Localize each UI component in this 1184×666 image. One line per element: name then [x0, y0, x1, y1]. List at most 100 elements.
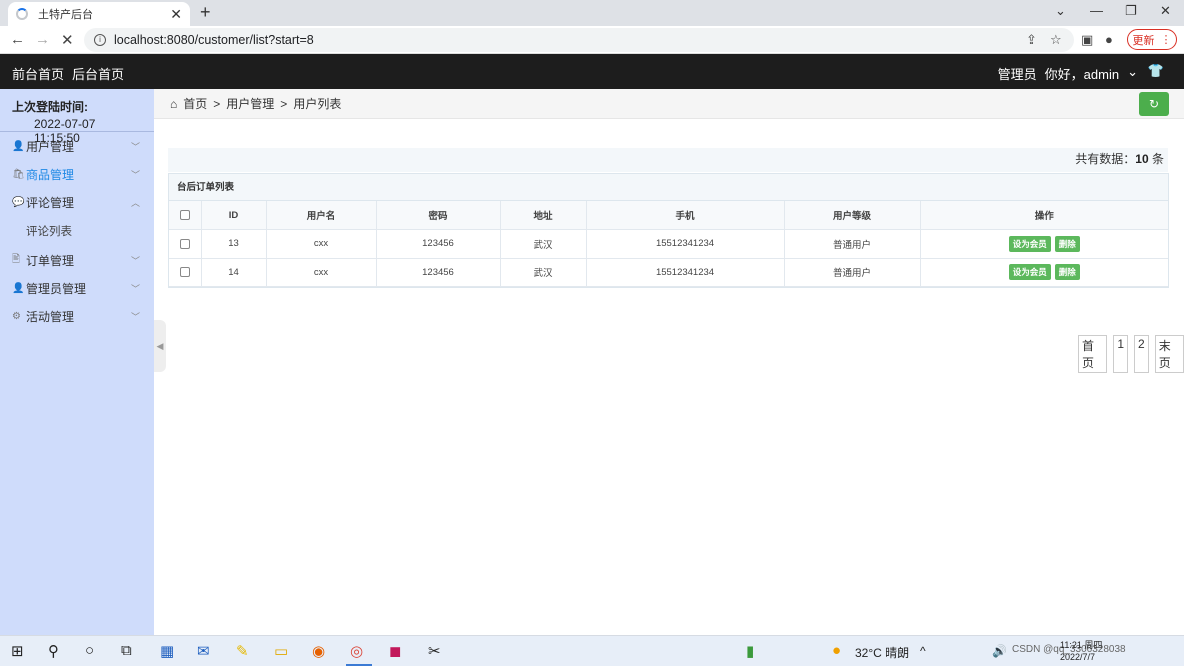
- loading-spinner-icon: [16, 8, 28, 20]
- side-panel-icon[interactable]: ▣: [1081, 32, 1093, 48]
- gear-icon: ⚙: [12, 310, 21, 322]
- breadcrumb-home[interactable]: 首页: [183, 95, 207, 112]
- sidebar-item-label: 管理员管理: [26, 281, 87, 296]
- bookmark-star-icon[interactable]: ☆: [1050, 32, 1062, 48]
- minimize-button[interactable]: —: [1090, 3, 1103, 18]
- row-checkbox[interactable]: [179, 267, 190, 278]
- chevron-up-icon: ︿: [130, 197, 140, 208]
- breadcrumb-separator: >: [280, 96, 288, 111]
- refresh-button[interactable]: ↻: [1139, 92, 1169, 116]
- sidebar-item-comments[interactable]: 💬 评论管理 ︿: [0, 188, 154, 216]
- system-clock[interactable]: 11:21 周四 2022/7/7: [1060, 639, 1102, 663]
- sidebar-item-label: 用户管理: [26, 139, 75, 154]
- tab-search-icon[interactable]: ⌄: [1055, 3, 1066, 19]
- backend-home-link[interactable]: 后台首页: [72, 64, 124, 83]
- window-close-button[interactable]: ✕: [1160, 3, 1171, 19]
- sidebar-item-admins[interactable]: 👤 管理员管理 ﹀: [0, 274, 154, 302]
- volume-icon[interactable]: 🔊: [992, 644, 1007, 658]
- breadcrumb-user-management[interactable]: 用户管理: [226, 95, 274, 112]
- set-member-button[interactable]: 设为会员: [1008, 264, 1051, 281]
- comment-icon: 💬: [12, 196, 25, 208]
- chevron-down-icon: ﹀: [130, 169, 140, 180]
- share-icon[interactable]: ⇪: [1026, 32, 1037, 48]
- tab-close-icon[interactable]: ✕: [170, 6, 182, 23]
- restore-button[interactable]: ❐: [1125, 3, 1137, 19]
- tray-chevron-up-icon[interactable]: ^: [920, 644, 926, 658]
- task-view-icon[interactable]: ⧉: [121, 642, 132, 659]
- weather-sun-icon: ●: [832, 642, 842, 659]
- cell-actions: 设为会员 删除: [920, 229, 1168, 259]
- chevron-down-icon: ﹀: [130, 283, 140, 294]
- delete-button[interactable]: 删除: [1054, 264, 1080, 281]
- chevron-down-icon: ﹀: [130, 141, 140, 152]
- browser-toolbar: ← → ✕ i localhost:8080/customer/list?sta…: [0, 26, 1184, 54]
- file-explorer-icon[interactable]: ▭: [274, 642, 288, 660]
- panel-title: 台后订单列表: [169, 174, 1168, 201]
- pagination: 首页 1 2 末页: [1078, 335, 1184, 373]
- chrome-icon[interactable]: ◎: [350, 642, 363, 660]
- sidebar-item-label: 商品管理: [26, 167, 75, 182]
- firefox-icon[interactable]: ◉: [312, 642, 325, 660]
- page-1-button[interactable]: 1: [1113, 335, 1128, 373]
- shirt-icon[interactable]: 👕: [1148, 63, 1164, 79]
- column-header: 操作: [920, 201, 1168, 230]
- cell-username: cxx: [266, 229, 377, 259]
- forward-button[interactable]: →: [35, 31, 50, 48]
- summary-prefix: 共有数据：: [1075, 152, 1136, 166]
- search-icon[interactable]: ⚲: [48, 642, 59, 660]
- cell-id: 13: [201, 229, 267, 259]
- page-first-button[interactable]: 首页: [1078, 335, 1108, 373]
- sidebar-item-products[interactable]: 🛍 商品管理 ﹀: [0, 160, 154, 188]
- browser-tab[interactable]: 土特产后台 ✕: [8, 2, 190, 26]
- snipping-tool-icon[interactable]: ✂: [428, 642, 441, 660]
- cell-phone: 15512341234: [586, 229, 785, 259]
- sidebar-item-label: 评论管理: [26, 195, 75, 210]
- user-table: ID 用户名 密码 地址 手机 用户等级 操作 13 cxx 123456 武汉…: [169, 201, 1168, 287]
- page-2-button[interactable]: 2: [1134, 335, 1149, 373]
- new-tab-button[interactable]: +: [200, 2, 211, 23]
- weather-text[interactable]: 32°C 晴朗: [855, 644, 909, 661]
- windows-start-icon[interactable]: ⊞: [11, 642, 24, 660]
- user-menu[interactable]: 管理员 你好，admin ⌄: [998, 64, 1138, 83]
- set-member-button[interactable]: 设为会员: [1008, 235, 1051, 252]
- tab-title: 土特产后台: [38, 9, 93, 21]
- sidebar-item-orders[interactable]: 🖹 订单管理 ﹀: [0, 246, 154, 274]
- breadcrumb-separator: >: [213, 96, 221, 111]
- clock-time: 11:21 周四: [1060, 640, 1103, 650]
- table-row: 13 cxx 123456 武汉 15512341234 普通用户 设为会员 删除: [169, 229, 1168, 259]
- address-bar[interactable]: i localhost:8080/customer/list?start=8: [84, 28, 1074, 52]
- battery-icon[interactable]: ▮: [746, 642, 754, 660]
- page-last-button[interactable]: 末页: [1154, 335, 1184, 373]
- kebab-menu-icon: ⋮: [1160, 34, 1172, 46]
- breadcrumb-user-list: 用户列表: [293, 97, 342, 111]
- table-row: 14 cxx 123456 武汉 15512341234 普通用户 设为会员 删除: [169, 258, 1168, 287]
- breadcrumb: ⌂ 首页 > 用户管理 > 用户列表 ↻: [154, 89, 1184, 119]
- user-icon: 👤: [12, 140, 25, 152]
- cell-password: 123456: [376, 258, 501, 287]
- info-icon[interactable]: i: [94, 34, 106, 46]
- cell-password: 123456: [376, 229, 501, 259]
- notes-icon[interactable]: ✎: [236, 642, 249, 660]
- url-text: localhost:8080/customer/list?start=8: [114, 33, 314, 47]
- cell-address: 武汉: [500, 258, 587, 287]
- stop-loading-button[interactable]: ✕: [61, 31, 74, 49]
- select-all-checkbox[interactable]: [179, 209, 190, 220]
- profile-icon[interactable]: ●: [1105, 32, 1113, 47]
- store-icon[interactable]: ▦: [160, 642, 174, 660]
- mail-icon[interactable]: ✉: [197, 642, 210, 660]
- intellij-icon[interactable]: ◼: [389, 642, 401, 660]
- sidebar-item-activities[interactable]: ⚙ 活动管理 ﹀: [0, 302, 154, 330]
- cortana-icon[interactable]: ○: [85, 642, 94, 659]
- back-button[interactable]: ←: [10, 31, 25, 48]
- row-checkbox[interactable]: [179, 238, 190, 249]
- cell-address: 武汉: [500, 229, 587, 259]
- cell-username: cxx: [266, 258, 377, 287]
- chevron-down-icon: ﹀: [130, 311, 140, 322]
- sidebar-subitem-comment-list[interactable]: 评论列表: [0, 216, 154, 246]
- delete-button[interactable]: 删除: [1054, 235, 1080, 252]
- frontend-home-link[interactable]: 前台首页: [12, 64, 64, 83]
- update-button[interactable]: 更新 ⋮: [1127, 29, 1177, 50]
- cell-actions: 设为会员 删除: [920, 258, 1168, 287]
- sidebar-collapse-handle[interactable]: ◀: [154, 320, 166, 372]
- sidebar-item-users[interactable]: 👤 用户管理 ﹀: [0, 132, 154, 160]
